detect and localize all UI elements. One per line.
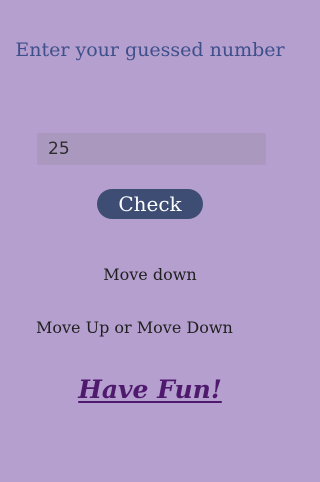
have-fun-text: Have Fun!	[78, 375, 222, 404]
prompt-title: Enter your guessed number	[15, 39, 285, 61]
check-button[interactable]: Check	[97, 189, 203, 219]
hint-text: Move down	[103, 265, 197, 284]
guess-input[interactable]	[37, 133, 266, 165]
instruction-text: Move Up or Move Down	[36, 318, 233, 337]
